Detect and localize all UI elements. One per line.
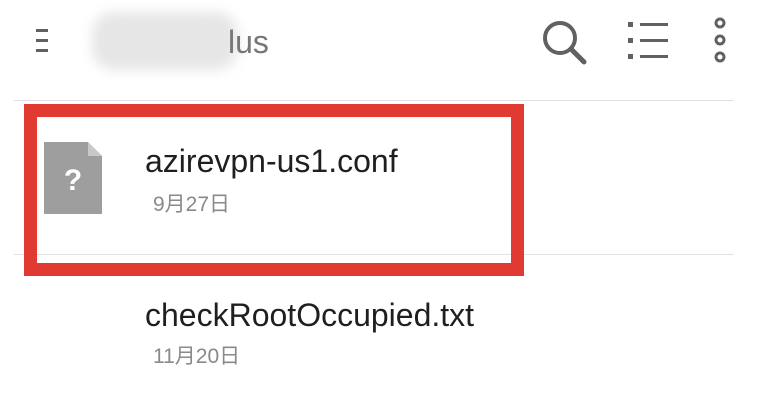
redacted-title-blur <box>92 12 238 70</box>
unknown-file-icon: ? <box>44 142 102 214</box>
more-vertical-icon[interactable] <box>710 16 730 64</box>
unknown-file-glyph: ? <box>64 164 82 197</box>
list-divider <box>14 254 734 255</box>
file-name: azirevpn-us1.conf <box>145 143 398 179</box>
file-date: 11月20日 <box>153 345 241 368</box>
menu-lines-icon[interactable] <box>36 28 56 54</box>
search-icon[interactable] <box>540 18 588 66</box>
file-name: checkRootOccupied.txt <box>145 297 475 333</box>
file-item-azirevpn-us1[interactable]: ? azirevpn-us1.conf 9月27日 <box>0 108 768 238</box>
list-divider <box>14 100 734 101</box>
list-view-icon[interactable] <box>626 18 670 64</box>
file-item-checkRootOccupied[interactable]: checkRootOccupied.txt 11月20日 <box>0 262 768 392</box>
toolbar-title: lus <box>228 24 269 60</box>
app-toolbar: lus <box>0 0 768 86</box>
file-date: 9月27日 <box>153 193 231 216</box>
